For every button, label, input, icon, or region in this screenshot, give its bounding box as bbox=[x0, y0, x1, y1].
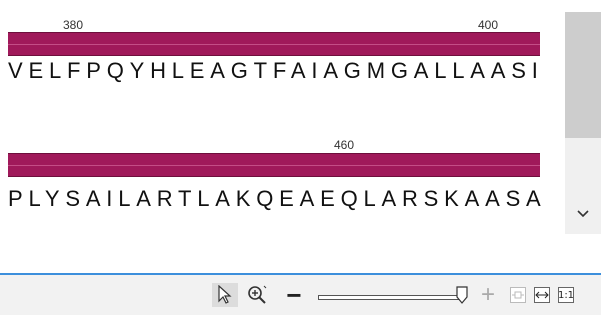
track-line bbox=[8, 44, 540, 45]
zoom-slider-handle[interactable] bbox=[454, 283, 470, 307]
cursor-arrow-icon bbox=[218, 285, 232, 304]
sequence-row-1[interactable]: VELFPQYHLEAGTFAIAGMGALLAASI bbox=[8, 58, 544, 84]
fit-selection-button[interactable] bbox=[510, 287, 526, 303]
select-tool-button[interactable] bbox=[212, 283, 238, 307]
zoom-slider[interactable] bbox=[318, 295, 460, 300]
zoom-out-button[interactable]: − bbox=[283, 280, 305, 310]
sequence-view: 380 400 VELFPQYHLEAGTFAIAGMGALLAASI 460 … bbox=[0, 0, 560, 250]
zoom-tool-button[interactable] bbox=[244, 283, 270, 307]
scroll-thumb[interactable] bbox=[565, 12, 601, 138]
bottom-toolbar: − + 1:1 bbox=[0, 275, 601, 315]
ruler-tick-label: 400 bbox=[478, 18, 499, 32]
track-line bbox=[8, 165, 540, 166]
fit-width-icon bbox=[535, 291, 549, 299]
chevron-down-icon bbox=[577, 210, 589, 218]
ruler-tick-label: 460 bbox=[334, 138, 355, 152]
vertical-scrollbar[interactable] bbox=[565, 12, 601, 234]
fit-width-button[interactable] bbox=[534, 287, 550, 303]
fit-window-button[interactable]: 1:1 bbox=[558, 287, 574, 303]
fit-selection-icon bbox=[512, 291, 524, 299]
ruler-tick-label: 380 bbox=[63, 18, 84, 32]
sequence-row-2[interactable]: PLYSAILARTLAKQEAEQLARSKAASA bbox=[8, 186, 547, 212]
scroll-down-button[interactable] bbox=[565, 194, 601, 234]
slider-handle-icon bbox=[456, 286, 468, 304]
zoom-in-icon bbox=[248, 285, 267, 304]
zoom-in-button[interactable]: + bbox=[478, 281, 498, 308]
